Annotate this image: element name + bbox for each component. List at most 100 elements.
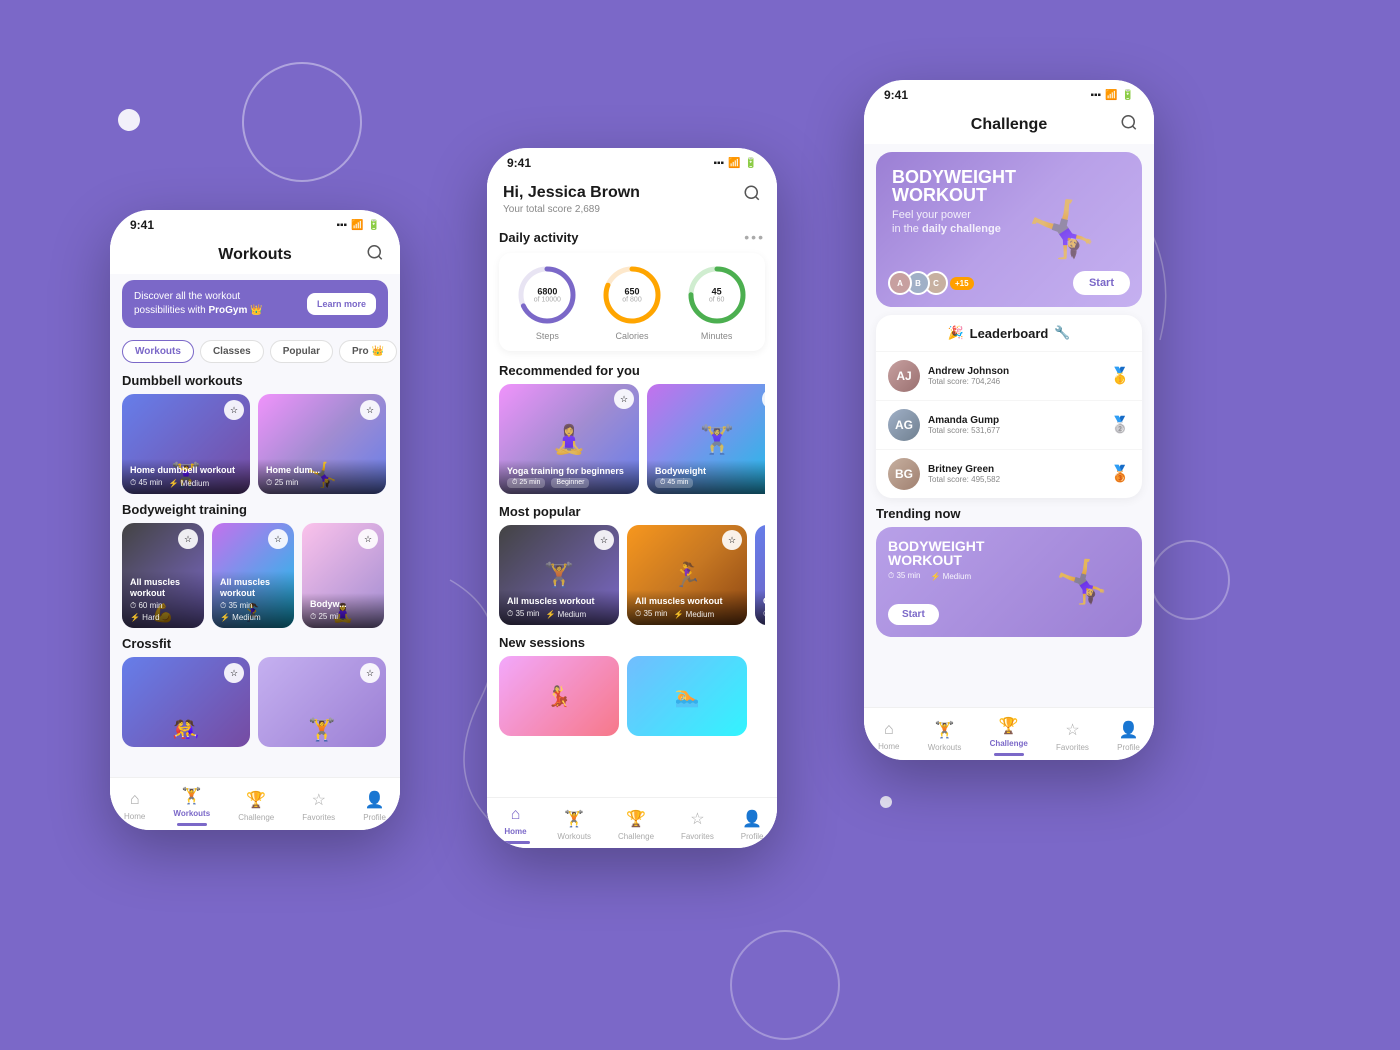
nav-favorites-3[interactable]: ☆ Favorites	[1056, 720, 1089, 752]
workouts-icon-1: 🏋	[182, 786, 202, 806]
search-icon-1[interactable]	[366, 244, 384, 267]
nav-home-label-2: Home	[504, 827, 526, 836]
card-home-dumbbell-1[interactable]: 🏋️‍♀️ ☆ Home dumbbell workout ⏱ 45 min ⚡…	[122, 394, 250, 494]
rec-level-1: Beginner	[551, 478, 589, 488]
battery-icon-2: 🔋	[745, 158, 757, 169]
level-3: ⚡ Hard	[130, 613, 160, 622]
status-time-2: 9:41	[507, 156, 531, 170]
pop-name-1: All muscles workout	[507, 596, 611, 607]
nav-challenge-2[interactable]: 🏆 Challenge	[618, 809, 654, 841]
card-crossfit-1[interactable]: 🤼‍♀️ ☆	[122, 657, 250, 747]
activity-header: Daily activity •••	[499, 229, 765, 245]
pop-card-3[interactable]: 🌿 ☆ Outdoo... ⏱ 35 min	[755, 525, 765, 625]
favorite-btn-1[interactable]: ☆	[224, 400, 244, 420]
pop-meta-2: ⏱ 35 min ⚡ Medium	[635, 609, 739, 619]
lb-row-3: BG Britney Green Total score: 495,582 🥉	[876, 449, 1142, 498]
new-card-2[interactable]: 🏊	[627, 656, 747, 736]
card-bodyweight-3[interactable]: 🧘‍♀️ ☆ Bodyw... ⏱ 25 mi	[302, 523, 384, 628]
minutes-value: 45 of 60	[709, 287, 725, 304]
rec-card-meta-1: ⏱ 25 min Beginner	[507, 478, 631, 488]
card-name-1: Home dumbbell workout	[130, 465, 242, 476]
pop-dur-1: ⏱ 35 min	[507, 609, 539, 619]
workouts-header: Workouts	[110, 236, 400, 274]
nav-favorites-2[interactable]: ☆ Favorites	[681, 809, 714, 841]
leaderboard-header: 🎉 Leaderboard 🔧	[876, 315, 1142, 351]
duration-4: ⏱ 35 min	[220, 601, 252, 611]
lb-medal-3: 🥉	[1110, 464, 1130, 484]
duration-1: ⏱ 45 min	[130, 478, 162, 488]
nav-favorites-label-1: Favorites	[302, 813, 335, 822]
trend-start-button[interactable]: Start	[888, 604, 939, 625]
lb-info-3: Britney Green Total score: 495,582	[928, 464, 1102, 484]
rec-card-yoga[interactable]: 🧘‍♀️ ☆ Yoga training for beginners ⏱ 25 …	[499, 384, 639, 494]
hero-workout-line2: WORKOUT	[892, 186, 1016, 204]
rec-fav-1[interactable]: ☆	[614, 389, 634, 409]
pop-overlay-1: All muscles workout ⏱ 35 min ⚡ Medium	[499, 590, 619, 625]
nav-profile-1[interactable]: 👤 Profile	[363, 790, 386, 822]
crossfit-section-title: Crossfit	[110, 632, 400, 657]
favorite-btn-5[interactable]: ☆	[358, 529, 378, 549]
activity-menu[interactable]: •••	[744, 229, 765, 245]
card-meta-4: ⏱ 35 min	[220, 601, 286, 611]
pop-card-1[interactable]: 🏋️ ☆ All muscles workout ⏱ 35 min ⚡ Medi…	[499, 525, 619, 625]
card-crossfit-2[interactable]: 🏋️ ☆	[258, 657, 386, 747]
trend-level: ⚡ Medium	[930, 571, 971, 581]
search-icon-3[interactable]	[1120, 114, 1138, 137]
lb-row-2: AG Amanda Gump Total score: 531,677 🥈	[876, 400, 1142, 449]
nav-challenge-label-3: Challenge	[990, 739, 1028, 748]
active-indicator-2	[500, 841, 530, 844]
active-indicator-1	[177, 823, 207, 826]
pop-fav-1[interactable]: ☆	[594, 530, 614, 550]
nav-profile-3[interactable]: 👤 Profile	[1117, 720, 1140, 752]
card-all-muscles-2[interactable]: 🏃‍♀️ ☆ All muscles workout ⏱ 35 min ⚡ Me…	[212, 523, 294, 628]
leaderboard-title: Leaderboard	[970, 326, 1049, 341]
card-overlay-2: Home dum... ⏱ 25 min	[258, 459, 386, 494]
tab-workouts[interactable]: Workouts	[122, 340, 194, 363]
lb-name-1: Andrew Johnson	[928, 366, 1102, 377]
nav-profile-2[interactable]: 👤 Profile	[741, 809, 764, 841]
tab-classes[interactable]: Classes	[200, 340, 264, 363]
dumbbell-section-title: Dumbbell workouts	[110, 369, 400, 394]
rec-card-bodyweight[interactable]: 🏋️‍♀️ ☆ Bodyweight ⏱ 45 min	[647, 384, 765, 494]
hero-start-button[interactable]: Start	[1073, 271, 1130, 295]
steps-value: 6800 of 10000	[534, 287, 561, 304]
trending-title: Trending now	[876, 506, 1142, 521]
pop-lvl-2: ⚡ Medium	[673, 610, 714, 619]
bg-dot-2	[880, 796, 892, 808]
favorite-btn-6[interactable]: ☆	[224, 663, 244, 683]
calories-ring-container: 650 of 800	[600, 263, 664, 327]
nav-challenge-1[interactable]: 🏆 Challenge	[238, 790, 274, 822]
nav-home-label-1: Home	[124, 812, 145, 821]
tab-popular[interactable]: Popular	[270, 340, 333, 363]
nav-home-1[interactable]: ⌂ Home	[124, 791, 145, 821]
learn-more-button[interactable]: Learn more	[307, 293, 376, 315]
search-icon-2[interactable]	[743, 184, 761, 207]
nav-home-3[interactable]: ⌂ Home	[878, 721, 899, 751]
new-sessions-title: New sessions	[499, 635, 765, 650]
nav-challenge-3[interactable]: 🏆 Challenge	[990, 716, 1028, 756]
lb-name-2: Amanda Gump	[928, 415, 1102, 426]
rec-card-title-1: Yoga training for beginners	[507, 466, 631, 476]
favorite-btn-7[interactable]: ☆	[360, 663, 380, 683]
card-home-dumbbell-2[interactable]: 🤸‍♀️ ☆ Home dum... ⏱ 25 min	[258, 394, 386, 494]
hero-challenge-card[interactable]: BODYWEIGHT WORKOUT Feel your powerin the…	[876, 152, 1142, 307]
nav-workouts-1[interactable]: 🏋 Workouts	[173, 786, 210, 826]
nav-favorites-1[interactable]: ☆ Favorites	[302, 790, 335, 822]
nav-workouts-2[interactable]: 🏋 Workouts	[557, 809, 591, 841]
pop-fav-2[interactable]: ☆	[722, 530, 742, 550]
trend-meta: ⏱ 35 min ⚡ Medium	[888, 571, 984, 581]
favorite-btn-3[interactable]: ☆	[178, 529, 198, 549]
favorite-btn-4[interactable]: ☆	[268, 529, 288, 549]
nav-home-2[interactable]: ⌂ Home	[500, 806, 530, 844]
profile-icon-1: 👤	[365, 790, 385, 810]
nav-workouts-3[interactable]: 🏋 Workouts	[928, 720, 962, 752]
favorites-icon-2: ☆	[690, 809, 704, 829]
favorite-btn-2[interactable]: ☆	[360, 400, 380, 420]
tab-pro[interactable]: Pro 👑	[339, 340, 397, 363]
nav-workouts-label-2: Workouts	[557, 832, 591, 841]
trending-card[interactable]: BODYWEIGHT WORKOUT ⏱ 35 min ⚡ Medium 🤸‍♀…	[876, 527, 1142, 637]
card-all-muscles-1[interactable]: 💪 ☆ All muscles workout ⏱ 60 min ⚡ Hard	[122, 523, 204, 628]
new-card-1[interactable]: 💃	[499, 656, 619, 736]
pop-card-2[interactable]: 🏃‍♀️ ☆ All muscles workout ⏱ 35 min ⚡ Me…	[627, 525, 747, 625]
duration-3: ⏱ 60 min	[130, 601, 162, 611]
